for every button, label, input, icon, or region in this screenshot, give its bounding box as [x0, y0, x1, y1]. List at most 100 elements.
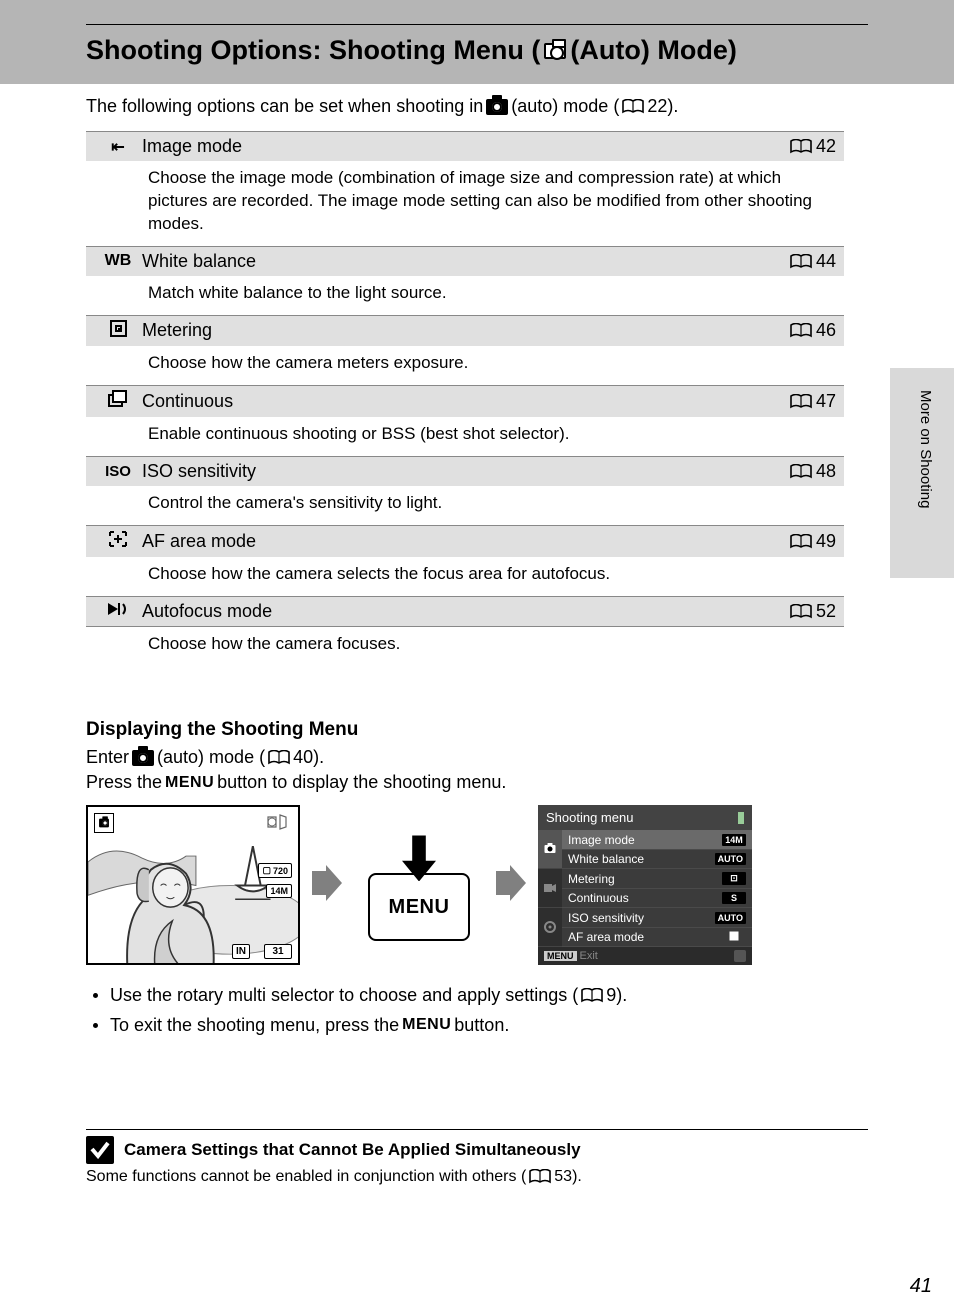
intro-ref: 22). — [647, 96, 678, 117]
camera-icon — [544, 43, 566, 59]
instruction-list: Use the rotary multi selector to choose … — [86, 981, 868, 1039]
white-balance-icon: WB — [105, 252, 132, 270]
menu-item: AF area mode — [562, 928, 752, 948]
menu-item-label: Continuous — [568, 891, 629, 905]
press-menu-paragraph: Press the MENU button to display the sho… — [86, 772, 868, 793]
menu-item: White balance AUTO — [562, 850, 752, 870]
page-title: Shooting Options: Shooting Menu ( (Auto)… — [86, 24, 868, 66]
text: Use the rotary multi selector to choose … — [110, 982, 578, 1009]
option-page: 52 — [816, 601, 836, 622]
menu-item-value — [722, 930, 746, 944]
option-page: 48 — [816, 461, 836, 482]
page-number: 41 — [910, 1275, 932, 1298]
option-label: AF area mode — [142, 531, 790, 552]
card-badge: IN — [232, 944, 250, 959]
title-text-prefix: Shooting Options: Shooting Menu ( — [86, 35, 540, 66]
text: (auto) mode ( — [157, 747, 265, 768]
continuous-icon — [108, 390, 128, 413]
text: To exit the shooting menu, press the — [110, 1012, 399, 1039]
menu-item: Metering ⊡ — [562, 869, 752, 889]
menu-item-value: S — [722, 892, 746, 904]
option-desc: Choose how the camera focuses. — [86, 627, 844, 666]
book-icon — [622, 99, 644, 114]
option-page: 46 — [816, 320, 836, 341]
book-icon — [790, 394, 812, 409]
metering-icon — [110, 320, 127, 342]
note-text: 53). — [554, 1168, 582, 1186]
option-label: Autofocus mode — [142, 601, 790, 622]
book-icon — [268, 750, 290, 765]
menu-item-label: AF area mode — [568, 930, 644, 944]
arrow-right-icon — [312, 865, 342, 906]
book-icon — [581, 988, 603, 1003]
option-desc: Match white balance to the light source. — [86, 276, 844, 315]
resolution-badge: 14M — [266, 884, 292, 898]
book-icon — [529, 1169, 551, 1184]
menu-title: Shooting menu — [546, 810, 633, 825]
option-row-header: ⇤ Image mode 42 — [86, 131, 844, 161]
exit-label: Exit — [580, 950, 598, 962]
menu-button-label: MENU — [368, 873, 470, 941]
menu-word: MENU — [402, 1013, 451, 1037]
live-view-illustration: ▢720 14M IN 31 — [86, 805, 300, 965]
subsection-title: Displaying the Shooting Menu — [86, 719, 868, 741]
count-badge: 31 — [264, 944, 292, 959]
option-label: Metering — [142, 320, 790, 341]
book-icon — [790, 534, 812, 549]
option-desc: Enable continuous shooting or BSS (best … — [86, 417, 844, 456]
mode-badge — [94, 813, 114, 833]
text: 40). — [293, 747, 324, 768]
menu-item-label: Image mode — [568, 833, 635, 847]
menu-item-value: AUTO — [715, 912, 746, 924]
text: Enter — [86, 747, 129, 768]
menu-item-label: White balance — [568, 852, 644, 866]
option-row-header: Continuous 47 — [86, 385, 844, 417]
vr-icon — [264, 813, 290, 836]
book-icon — [790, 323, 812, 338]
movie-badge: ▢720 — [258, 863, 292, 878]
intro-text: The following options can be set when sh… — [86, 96, 483, 117]
text: 9). — [606, 982, 627, 1009]
option-page: 42 — [816, 136, 836, 157]
menu-item: Image mode 14M — [562, 830, 752, 850]
option-row-header: AF area mode 49 — [86, 525, 844, 557]
option-row-header: ISO ISO sensitivity 48 — [86, 456, 844, 486]
option-page: 44 — [816, 251, 836, 272]
menu-item: Continuous S — [562, 889, 752, 909]
book-icon — [790, 464, 812, 479]
option-row-header: Metering 46 — [86, 315, 844, 346]
menu-item: ISO sensitivity AUTO — [562, 908, 752, 928]
tab-shooting-icon — [538, 830, 562, 869]
option-desc: Choose the image mode (combination of im… — [86, 161, 844, 246]
list-item: To exit the shooting menu, press the MEN… — [110, 1011, 868, 1039]
menu-item-value: AUTO — [715, 853, 746, 865]
menu-word: MENU — [165, 774, 214, 792]
book-icon — [790, 139, 812, 154]
note-text: Some functions cannot be enabled in conj… — [86, 1168, 526, 1186]
af-area-icon — [108, 530, 128, 553]
option-row-header: WB White balance 44 — [86, 246, 844, 276]
help-icon — [734, 950, 746, 962]
exit-tag: MENU — [544, 951, 577, 961]
option-desc: Choose how the camera selects the focus … — [86, 557, 844, 596]
option-desc: Choose how the camera meters exposure. — [86, 346, 844, 385]
option-row-header: Autofocus mode 52 — [86, 596, 844, 627]
tab-setup-icon — [538, 908, 562, 947]
option-label: Image mode — [142, 136, 790, 157]
list-item: Use the rotary multi selector to choose … — [110, 981, 868, 1009]
menu-item-value: 14M — [722, 834, 746, 846]
note-block: Camera Settings that Cannot Be Applied S… — [86, 1129, 868, 1186]
enter-mode-paragraph: Enter (auto) mode ( 40). — [86, 747, 868, 768]
section-header: Shooting Options: Shooting Menu ( (Auto)… — [0, 0, 954, 84]
text: Press the — [86, 772, 162, 793]
option-desc: Control the camera's sensitivity to ligh… — [86, 486, 844, 525]
shooting-menu-screen: Shooting menu Image mode 14M White balan… — [538, 805, 752, 965]
text: button to display the shooting menu. — [217, 772, 506, 793]
flow-diagram: ▢720 14M IN 31 MENU Shooting menu — [86, 805, 868, 965]
menu-item-label: ISO sensitivity — [568, 911, 644, 925]
iso-icon: ISO — [105, 463, 131, 480]
option-label: ISO sensitivity — [142, 461, 790, 482]
image-mode-icon: ⇤ — [111, 137, 124, 157]
camera-icon — [486, 99, 508, 115]
menu-item-value: ⊡ — [722, 872, 746, 885]
